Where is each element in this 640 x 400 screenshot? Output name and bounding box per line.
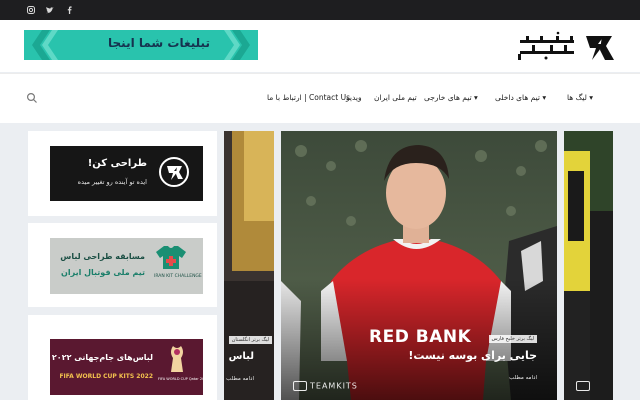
slide-left-title[interactable]: لباس — [229, 351, 254, 362]
watermark-teamkits: TEAMKITS — [293, 381, 358, 391]
slide-main-more[interactable]: ادامه مطلب — [509, 375, 537, 381]
site-header: تبلیغات شما اینجا — [0, 20, 640, 72]
instagram-icon[interactable] — [25, 4, 37, 16]
facebook-icon[interactable] — [63, 4, 75, 16]
nav-item-leagues[interactable]: لیگ ها ▾ — [567, 93, 593, 102]
ad-banner-text: تبلیغات شما اینجا — [108, 36, 210, 50]
teamkits-logo[interactable] — [512, 30, 616, 64]
world-cup-trophy-icon — [171, 346, 183, 372]
search-icon[interactable] — [26, 92, 38, 104]
ad3-badge: FIFA WORLD CUP Qatar 2022 — [158, 377, 209, 381]
chevron-left-icon — [32, 30, 58, 60]
iran-kit-challenge-banner[interactable]: IRAN KIT CHALLENGE مسابقه طراحی لباس تیم… — [50, 238, 203, 294]
slide-left-tag: لیگ برتر انگلستان — [228, 336, 272, 344]
ad2-badge: IRAN KIT CHALLENGE — [154, 274, 202, 279]
nav-item-national-team[interactable]: تیم ملی ایران — [374, 93, 417, 102]
slide-main-title[interactable]: جایی برای بوسه نیست! — [408, 349, 537, 362]
slide-right-image — [564, 131, 613, 400]
sidebar-ad-card-2: IRAN KIT CHALLENGE مسابقه طراحی لباس تیم… — [28, 223, 217, 307]
twitter-icon[interactable] — [44, 4, 56, 16]
slide-left[interactable]: لیگ برتر انگلستان لباس ادامه مطلب — [224, 131, 274, 400]
ad1-line2: ایده تو آینده رو تغییر میده — [77, 178, 147, 186]
slide-left-more[interactable]: ادامه مطلب — [226, 376, 254, 382]
nav-item-domestic-teams[interactable]: تیم های داخلی ▾ — [495, 93, 546, 102]
slide-right[interactable] — [564, 131, 613, 400]
sidebar-ad-card-3: FIFA WORLD CUP Qatar 2022 لباس‌های جام‌ج… — [28, 315, 217, 400]
nav-item-foreign-teams[interactable]: تیم های خارجی ▾ — [424, 93, 478, 102]
jersey-sponsor-text: RED BANK — [369, 327, 472, 347]
slide-main-tag: لیگ برتر خلیج فارس — [488, 335, 537, 343]
ad2-line2: تیم ملی فوتبال ایران — [61, 268, 145, 277]
top-bar — [0, 0, 640, 20]
slide-main[interactable]: RED BANK لیگ برتر خلیج فارس جایی برای بو… — [281, 131, 557, 400]
main-nav: لیگ ها ▾ تیم های داخلی ▾ تیم های خارجی ▾… — [0, 73, 640, 123]
jersey-icon — [156, 246, 186, 269]
ad2-line1: مسابقه طراحی لباس — [60, 252, 145, 261]
ad1-line1: طراحی کن! — [87, 158, 147, 169]
design-ad-banner[interactable]: طراحی کن! ایده تو آینده رو تغییر میده — [50, 146, 203, 201]
sidebar-ad-card-1: طراحی کن! ایده تو آینده رو تغییر میده — [28, 131, 217, 216]
teamkits-badge-icon — [159, 157, 189, 187]
ad3-line2: 2022 FIFA WORLD CUP KITS — [59, 373, 153, 380]
watermark-right — [576, 381, 590, 391]
nav-item-contact[interactable]: ارتباط با ما | Contact Us — [267, 93, 350, 102]
header-ad-banner[interactable]: تبلیغات شما اینجا — [24, 30, 258, 60]
world-cup-kits-banner[interactable]: FIFA WORLD CUP Qatar 2022 لباس‌های جام‌ج… — [50, 339, 209, 395]
ad3-line1: لباس‌های جام‌جهانی ۲۰۲۲ — [51, 353, 153, 362]
